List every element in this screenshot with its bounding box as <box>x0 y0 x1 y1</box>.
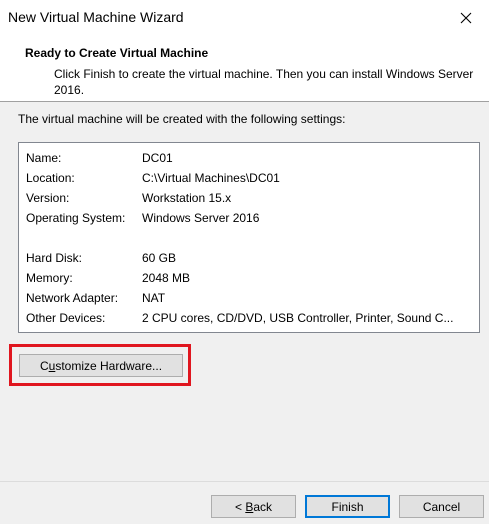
setting-label: Network Adapter: <box>26 291 119 305</box>
settings-summary-box: Name: DC01 Location: C:\Virtual Machines… <box>18 142 480 333</box>
setting-label: Version: <box>26 191 70 205</box>
setting-value: DC01 <box>142 151 173 165</box>
customize-hardware-button[interactable]: Customize Hardware... <box>19 354 183 377</box>
close-icon <box>460 12 472 24</box>
setting-value: Workstation 15.x <box>142 191 232 205</box>
back-button[interactable]: < Back <box>211 495 296 518</box>
window-title: New Virtual Machine Wizard <box>8 9 184 25</box>
title-bar: New Virtual Machine Wizard <box>0 0 489 36</box>
setting-value: 60 GB <box>142 251 177 265</box>
setting-label: Hard Disk: <box>26 251 83 265</box>
footer-divider <box>0 481 489 482</box>
close-button[interactable] <box>443 0 489 36</box>
setting-value: 2048 MB <box>142 271 191 285</box>
cancel-button[interactable]: Cancel <box>399 495 484 518</box>
setting-label: Location: <box>26 171 75 185</box>
setting-value: Windows Server 2016 <box>142 211 260 225</box>
settings-intro: The virtual machine will be created with… <box>18 112 346 126</box>
setting-value: NAT <box>142 291 166 305</box>
wizard-header: Ready to Create Virtual Machine Click Fi… <box>0 36 489 102</box>
setting-label: Name: <box>26 151 62 165</box>
setting-label: Operating System: <box>26 211 126 225</box>
setting-value: 2 CPU cores, CD/DVD, USB Controller, Pri… <box>142 311 454 325</box>
page-subtitle: Click Finish to create the virtual machi… <box>54 67 474 97</box>
button-label: Customize Hardware... <box>39 358 163 373</box>
page-title: Ready to Create Virtual Machine <box>25 46 209 60</box>
setting-label: Memory: <box>26 271 73 285</box>
button-label: Cancel <box>422 499 461 514</box>
button-label: < Back <box>234 499 273 514</box>
finish-button[interactable]: Finish <box>305 495 390 518</box>
setting-label: Other Devices: <box>26 311 106 325</box>
button-label: Finish <box>331 499 364 514</box>
setting-value: C:\Virtual Machines\DC01 <box>142 171 280 185</box>
